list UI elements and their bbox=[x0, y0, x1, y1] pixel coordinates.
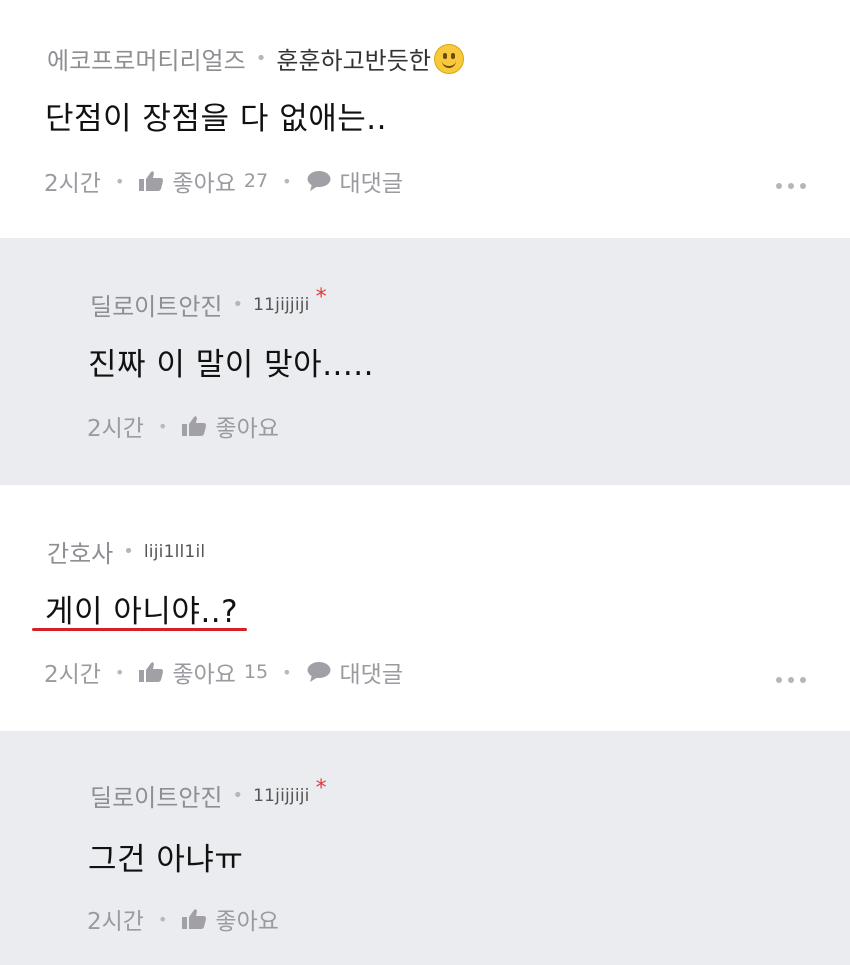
like-button[interactable]: 좋아요 bbox=[215, 409, 278, 443]
thumbs-up-icon[interactable] bbox=[138, 170, 164, 192]
author-nickname[interactable]: 훈훈하고반듯한 bbox=[276, 41, 431, 76]
reply-1: 딜로이트안진 • 11jijjiji * 진짜 이 말이 맞아..... 2시간… bbox=[0, 238, 850, 485]
thumbs-up-icon[interactable] bbox=[181, 415, 207, 437]
thumbs-up-icon[interactable] bbox=[181, 908, 207, 930]
author-name[interactable]: 딜로이트안진 bbox=[90, 778, 222, 813]
author-name[interactable]: 딜로이트안진 bbox=[90, 287, 222, 322]
separator-dot: • bbox=[282, 662, 292, 682]
comment-actions: 2시간 • 좋아요 bbox=[87, 409, 279, 443]
more-options-icon[interactable] bbox=[776, 677, 806, 683]
timestamp: 2시간 bbox=[44, 171, 101, 197]
badge-star: * bbox=[315, 776, 327, 801]
like-button[interactable]: 좋아요 bbox=[172, 164, 235, 198]
badge-star: * bbox=[315, 285, 327, 310]
like-button[interactable]: 좋아요 bbox=[215, 902, 278, 936]
like-button[interactable]: 좋아요 bbox=[172, 655, 235, 689]
comment-text: 게이 아니야..? bbox=[45, 594, 239, 630]
separator-dot: • bbox=[114, 662, 125, 682]
smile-emoji-icon bbox=[433, 43, 464, 74]
separator-dot: • bbox=[114, 171, 125, 191]
speech-bubble-icon[interactable] bbox=[306, 661, 332, 683]
comment-meta: 간호사 • liji1ll1il bbox=[47, 534, 205, 569]
author-name[interactable]: 간호사 bbox=[47, 534, 113, 569]
comment-meta: 에코프로머티리얼즈 • 훈훈하고반듯한 bbox=[47, 41, 464, 76]
comment-meta: 딜로이트안진 • 11jijjiji * bbox=[90, 285, 327, 322]
separator-dot: • bbox=[232, 785, 244, 806]
speech-bubble-icon[interactable] bbox=[306, 170, 332, 192]
separator-dot: • bbox=[232, 294, 244, 315]
separator-dot: • bbox=[123, 541, 134, 562]
comment-meta: 딜로이트안진 • 11jijjiji * bbox=[90, 776, 327, 813]
comment-2: 간호사 • liji1ll1il 게이 아니야..? 2시간 • 좋아요 15 … bbox=[0, 485, 850, 731]
like-count: 27 bbox=[243, 170, 269, 192]
comment-1: 에코프로머티리얼즈 • 훈훈하고반듯한 단점이 장점을 다 없애는.. 2시간 … bbox=[0, 0, 850, 238]
timestamp: 2시간 bbox=[87, 416, 144, 442]
comment-text: 단점이 장점을 다 없애는.. bbox=[45, 101, 387, 137]
reply-button[interactable]: 대댓글 bbox=[340, 164, 403, 198]
red-underline-highlight bbox=[32, 628, 247, 631]
comment-actions: 2시간 • 좋아요 bbox=[87, 902, 279, 936]
separator-dot: • bbox=[255, 48, 267, 69]
separator-dot: • bbox=[282, 171, 292, 191]
separator-dot: • bbox=[157, 416, 168, 436]
like-count: 15 bbox=[243, 661, 269, 683]
comment-actions: 2시간 • 좋아요 27 • 대댓글 bbox=[44, 164, 403, 198]
reply-button[interactable]: 대댓글 bbox=[340, 655, 403, 689]
separator-dot: • bbox=[157, 909, 168, 929]
author-nickname[interactable]: 11jijjiji bbox=[253, 295, 310, 315]
author-nickname[interactable]: 11jijjiji bbox=[253, 786, 310, 806]
author-name[interactable]: 에코프로머티리얼즈 bbox=[47, 41, 246, 76]
author-nickname[interactable]: liji1ll1il bbox=[144, 542, 205, 562]
timestamp: 2시간 bbox=[87, 909, 144, 935]
comment-text: 그건 아냐ㅠ bbox=[88, 842, 244, 878]
reply-2: 딜로이트안진 • 11jijjiji * 그건 아냐ㅠ 2시간 • 좋아요 bbox=[0, 731, 850, 965]
comment-text: 진짜 이 말이 맞아..... bbox=[88, 347, 374, 383]
timestamp: 2시간 bbox=[44, 662, 101, 688]
comment-actions: 2시간 • 좋아요 15 • 대댓글 bbox=[44, 655, 403, 689]
thumbs-up-icon[interactable] bbox=[138, 661, 164, 683]
more-options-icon[interactable] bbox=[776, 183, 806, 189]
